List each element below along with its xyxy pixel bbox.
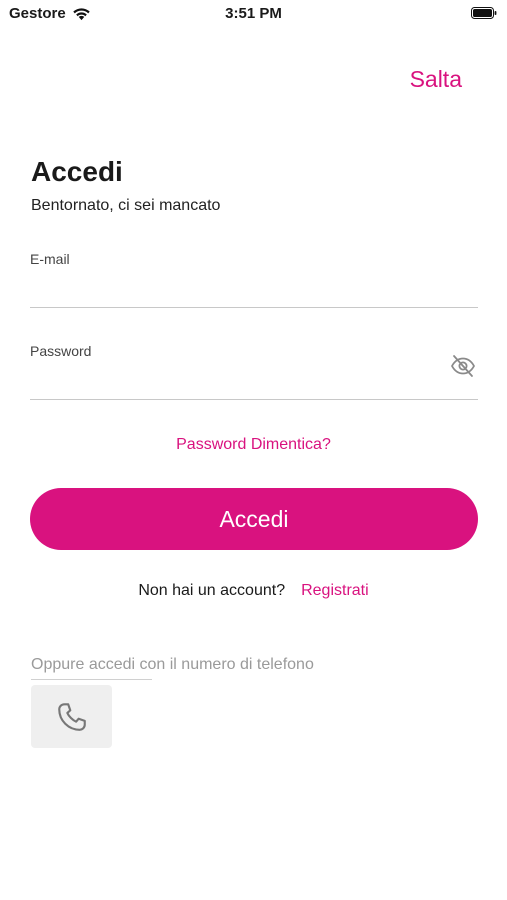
phone-login-button[interactable] xyxy=(31,685,112,748)
email-input[interactable] xyxy=(30,279,430,303)
phone-login-hint: Oppure accedi con il numero di telefono xyxy=(31,656,314,673)
phone-icon xyxy=(57,702,86,731)
signup-row: Non hai un account? Registrati xyxy=(0,582,507,600)
email-label: E-mail xyxy=(30,251,70,267)
signup-prompt: Non hai un account? xyxy=(138,582,286,599)
page-title: Accedi xyxy=(31,156,123,187)
forgot-password-link[interactable]: Password Dimentica? xyxy=(0,436,507,454)
password-field[interactable]: Password xyxy=(30,343,478,400)
eye-off-icon[interactable] xyxy=(450,353,476,379)
clock: 3:51 PM xyxy=(225,5,282,22)
signup-link[interactable]: Registrati xyxy=(301,582,369,599)
divider xyxy=(31,679,152,680)
password-input[interactable] xyxy=(30,371,430,395)
page-subtitle: Bentornato, ci sei mancato xyxy=(31,197,221,214)
login-button[interactable]: Accedi xyxy=(30,488,478,550)
email-field[interactable]: E-mail xyxy=(30,251,478,308)
battery-icon xyxy=(471,7,497,19)
password-label: Password xyxy=(30,343,92,359)
skip-button[interactable]: Salta xyxy=(410,66,462,93)
status-bar: Gestore 3:51 PM xyxy=(0,0,507,28)
